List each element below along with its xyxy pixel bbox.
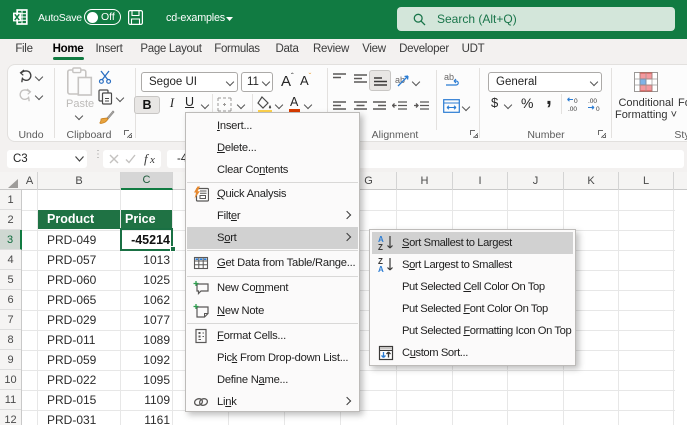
svg-text:0: 0 — [574, 98, 578, 105]
svg-text:.00: .00 — [588, 98, 597, 105]
svg-text:Z: Z — [378, 243, 383, 251]
svg-text:ab: ab — [444, 72, 454, 82]
svg-text:0: 0 — [596, 106, 600, 112]
svg-text:.00: .00 — [568, 106, 577, 112]
svg-text:A: A — [378, 265, 384, 273]
